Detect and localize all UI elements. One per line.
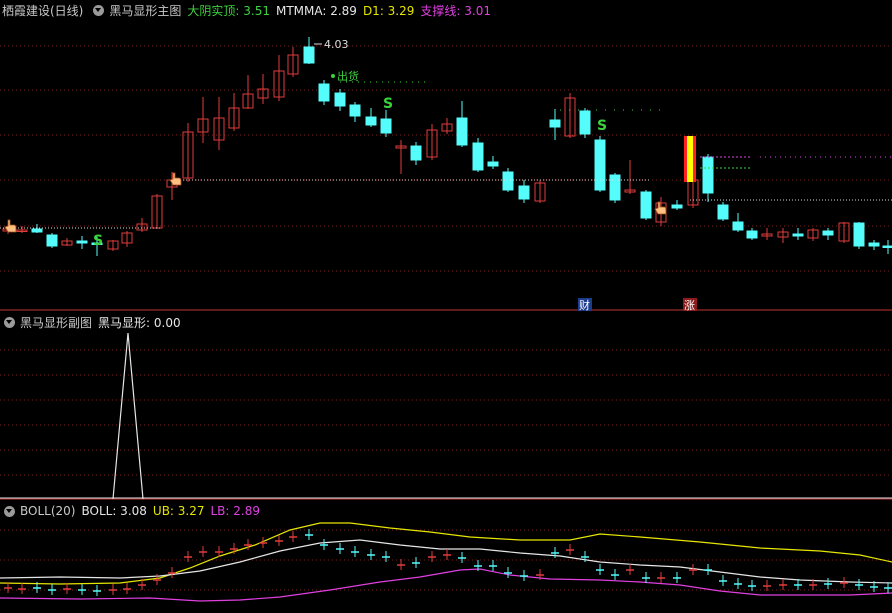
kline-chart[interactable]: 4.03 出货 S S S 财 涨 bbox=[0, 0, 892, 613]
candle-body bbox=[518, 185, 530, 200]
boll-mid-line bbox=[0, 539, 892, 584]
sell-signal: S bbox=[383, 96, 393, 112]
ship-signal-label: 出货 bbox=[337, 69, 359, 83]
candle-body bbox=[334, 92, 346, 107]
boll-ub-line bbox=[0, 522, 892, 585]
candle-body bbox=[594, 139, 606, 191]
candle-body bbox=[853, 222, 865, 247]
sell-signal: S bbox=[597, 118, 607, 134]
candle-body bbox=[76, 240, 88, 244]
candle-body bbox=[46, 234, 58, 247]
candle-body bbox=[822, 230, 834, 236]
candle-body bbox=[868, 242, 880, 247]
candle-body bbox=[318, 83, 330, 102]
sell-signal: S bbox=[93, 233, 103, 249]
candle-body bbox=[472, 142, 484, 171]
candle-body bbox=[717, 204, 729, 220]
candle-body bbox=[732, 221, 744, 231]
candle-body bbox=[549, 119, 561, 128]
candle-body bbox=[746, 230, 758, 239]
candle-body bbox=[380, 118, 392, 134]
highlight-candle-core bbox=[687, 136, 693, 182]
ship-dot bbox=[331, 74, 335, 78]
peak-price-label: 4.03 bbox=[324, 38, 349, 51]
badge-cai: 财 bbox=[579, 298, 590, 312]
sub-indicator-line bbox=[112, 332, 144, 500]
hand-pointer-icon bbox=[4, 219, 17, 233]
candle-body bbox=[579, 110, 591, 135]
candle-body bbox=[349, 104, 361, 117]
boll-lb-line bbox=[0, 568, 892, 602]
candle-body bbox=[502, 171, 514, 191]
candle-body bbox=[456, 117, 468, 146]
candle-body bbox=[31, 228, 43, 233]
candle-body bbox=[702, 156, 714, 194]
badge-zhang: 涨 bbox=[684, 299, 695, 312]
candle-body bbox=[365, 116, 377, 126]
candle-body bbox=[303, 46, 315, 64]
candle-body bbox=[671, 204, 683, 209]
candle-body bbox=[882, 245, 892, 248]
candle-body bbox=[609, 174, 621, 201]
candle-body bbox=[640, 191, 652, 219]
candle-body bbox=[410, 145, 422, 161]
candle-body bbox=[487, 161, 499, 167]
candle-body bbox=[792, 233, 804, 237]
